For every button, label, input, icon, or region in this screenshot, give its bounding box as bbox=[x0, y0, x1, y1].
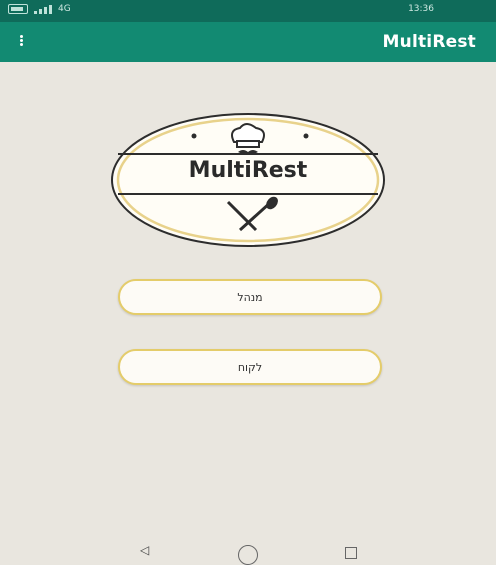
app-title: MultiRest bbox=[382, 32, 476, 52]
manager-button[interactable]: מנהל bbox=[118, 279, 382, 315]
logo-text: MultiRest bbox=[188, 158, 308, 183]
recent-apps-icon[interactable] bbox=[345, 547, 357, 559]
multirest-logo: MultiRest bbox=[108, 110, 388, 250]
back-icon[interactable]: ◁ bbox=[140, 543, 149, 557]
status-time: 13:36 bbox=[408, 4, 434, 14]
battery-icon bbox=[8, 4, 28, 14]
app-bar: MultiRest bbox=[0, 22, 496, 62]
network-type-label: 4G bbox=[58, 4, 71, 14]
home-icon[interactable] bbox=[238, 545, 258, 565]
navigation-bar: ◁ bbox=[0, 543, 496, 565]
status-bar: 4G 13:36 bbox=[0, 0, 496, 22]
signal-icon bbox=[34, 4, 52, 14]
status-indicators: 4G bbox=[8, 4, 71, 14]
customer-button[interactable]: לקוח bbox=[118, 349, 382, 385]
overflow-menu-icon[interactable] bbox=[18, 34, 24, 50]
